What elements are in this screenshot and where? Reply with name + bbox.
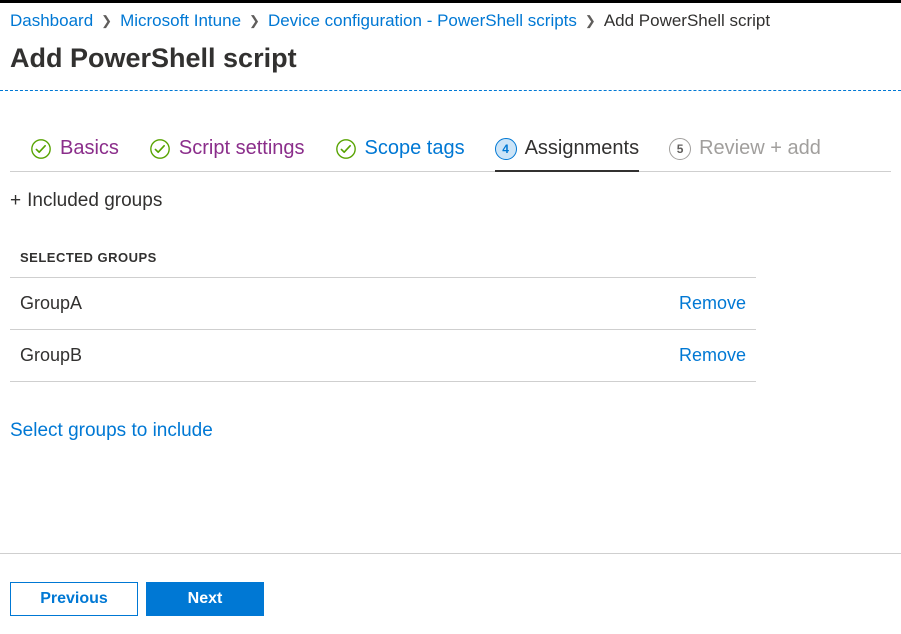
group-name: GroupA bbox=[20, 293, 82, 314]
tab-assignments-label: Assignments bbox=[525, 137, 640, 160]
page-title: Add PowerShell script bbox=[0, 37, 901, 90]
tab-scope-tags-label: Scope tags bbox=[365, 137, 465, 160]
included-groups-toggle[interactable]: + Included groups bbox=[10, 190, 891, 212]
remove-group-button[interactable]: Remove bbox=[679, 293, 746, 314]
check-circle-icon bbox=[30, 138, 52, 160]
remove-group-button[interactable]: Remove bbox=[679, 345, 746, 366]
selected-groups-table: GroupA Remove GroupB Remove bbox=[10, 277, 756, 382]
chevron-right-icon: ❯ bbox=[93, 13, 120, 29]
breadcrumb-intune[interactable]: Microsoft Intune bbox=[120, 11, 241, 31]
step-number-5: 5 bbox=[669, 138, 691, 160]
check-circle-icon bbox=[335, 138, 357, 160]
table-row: GroupB Remove bbox=[10, 330, 756, 382]
previous-button[interactable]: Previous bbox=[10, 582, 138, 616]
wizard-footer: Previous Next bbox=[10, 582, 264, 616]
table-row: GroupA Remove bbox=[10, 278, 756, 330]
tab-script-settings-label: Script settings bbox=[179, 137, 305, 160]
tab-script-settings[interactable]: Script settings bbox=[149, 137, 305, 172]
breadcrumb-device-config[interactable]: Device configuration - PowerShell script… bbox=[268, 11, 577, 31]
tab-review-add-label: Review + add bbox=[699, 137, 821, 160]
expand-icon: + bbox=[10, 190, 21, 212]
tab-assignments[interactable]: 4 Assignments bbox=[495, 137, 640, 172]
chevron-right-icon: ❯ bbox=[241, 13, 268, 29]
wizard-tabs: Basics Script settings Scope tags 4 Assi… bbox=[10, 91, 891, 172]
footer-divider bbox=[0, 553, 901, 554]
breadcrumb-dashboard[interactable]: Dashboard bbox=[10, 11, 93, 31]
group-name: GroupB bbox=[20, 345, 82, 366]
included-groups-label: Included groups bbox=[27, 190, 162, 212]
check-circle-icon bbox=[149, 138, 171, 160]
selected-groups-header: Selected groups bbox=[10, 212, 891, 277]
assignments-content: + Included groups Selected groups GroupA… bbox=[0, 172, 901, 442]
tab-review-add: 5 Review + add bbox=[669, 137, 821, 172]
select-groups-link[interactable]: Select groups to include bbox=[10, 382, 213, 442]
breadcrumb-current: Add PowerShell script bbox=[604, 11, 770, 31]
tab-basics-label: Basics bbox=[60, 137, 119, 160]
next-button[interactable]: Next bbox=[146, 582, 264, 616]
tab-scope-tags[interactable]: Scope tags bbox=[335, 137, 465, 172]
chevron-right-icon: ❯ bbox=[577, 13, 604, 29]
breadcrumb: Dashboard ❯ Microsoft Intune ❯ Device co… bbox=[0, 3, 901, 37]
tab-basics[interactable]: Basics bbox=[30, 137, 119, 172]
step-number-4: 4 bbox=[495, 138, 517, 160]
